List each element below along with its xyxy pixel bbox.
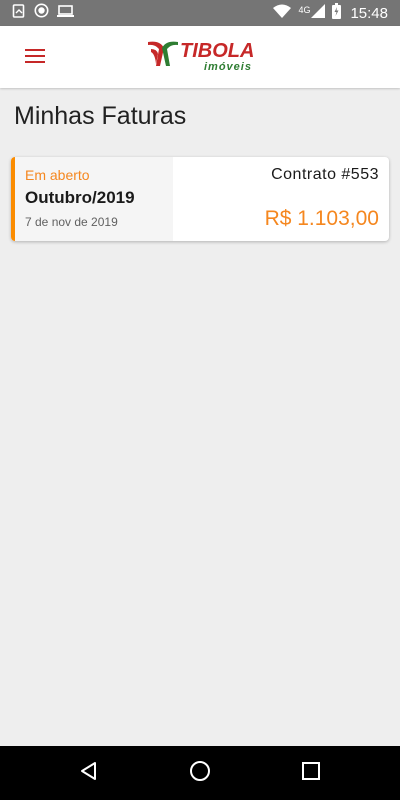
clock: 15:48 [350, 4, 388, 22]
invoice-status: Em aberto [25, 167, 90, 183]
invoice-contract: Contrato #553 [271, 166, 379, 183]
page-title: Minhas Faturas [14, 102, 187, 130]
network-type: 4G [298, 5, 311, 15]
battery-icon [332, 3, 342, 23]
recents-button[interactable] [298, 760, 324, 786]
invoice-date: 7 de nov de 2019 [25, 215, 118, 229]
hamburger-menu-icon [25, 48, 45, 68]
home-button[interactable] [187, 760, 213, 786]
back-button[interactable] [76, 760, 102, 786]
laptop-icon [57, 4, 74, 23]
invoice-amount: R$ 1.103,00 [264, 207, 379, 230]
back-icon [79, 761, 99, 786]
menu-button[interactable] [18, 45, 52, 71]
record-icon [34, 3, 49, 23]
signal-icon [311, 4, 326, 22]
invoice-month: Outubro/2019 [25, 188, 135, 207]
system-nav-bar [0, 746, 400, 800]
status-right-icons: 4G 15:48 [273, 3, 388, 23]
wifi-icon [273, 4, 292, 22]
app-bar: TIBOLA imóveis [0, 26, 400, 88]
home-icon [189, 760, 211, 787]
logo-mark-icon [146, 40, 180, 73]
logo-subtext: imóveis [204, 61, 252, 73]
status-bar: 4G 15:48 [0, 0, 400, 26]
status-left-icons [12, 3, 74, 23]
recents-icon [302, 761, 320, 785]
invoice-card-left-panel: Em aberto Outubro/2019 7 de nov de 2019 [11, 157, 173, 241]
brand-logo: TIBOLA imóveis [146, 40, 256, 76]
sync-icon [12, 3, 26, 23]
invoice-card[interactable]: Em aberto Outubro/2019 7 de nov de 2019 … [11, 157, 389, 241]
logo-wordmark: TIBOLA [180, 40, 255, 62]
